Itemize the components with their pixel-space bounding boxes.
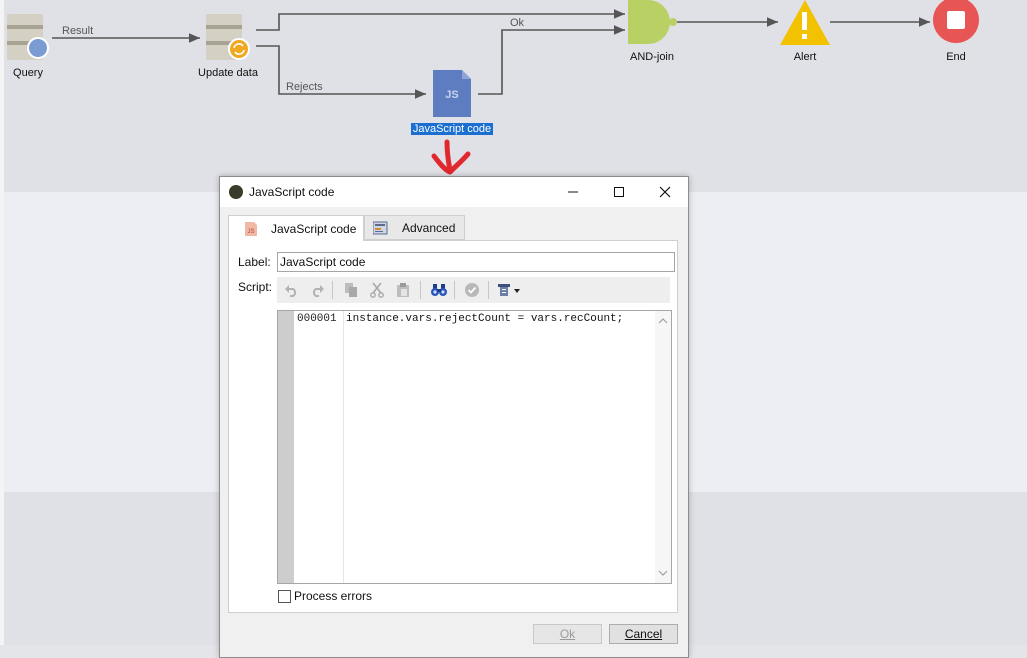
javascript-node: JS [433,70,471,117]
tab-label: JavaScript code [271,221,357,236]
copy-icon [345,283,357,297]
minimize-icon [568,191,578,193]
maximize-icon [614,187,624,197]
dialog-title: JavaScript code [249,185,335,199]
app-icon [229,185,243,199]
line-number-separator [343,311,344,583]
find-button[interactable] [429,280,449,300]
close-button[interactable] [642,177,688,207]
check-syntax-button[interactable] [462,280,482,300]
script-editor[interactable]: 000001 instance.vars.rejectCount = vars.… [277,310,672,584]
paste-button[interactable] [393,280,413,300]
paste-icon [397,283,409,297]
tab-label: Advanced [402,220,456,235]
insert-menu-icon [498,284,520,296]
insert-menu-button[interactable] [495,280,523,300]
dialog-titlebar[interactable]: JavaScript code [220,177,688,207]
line-number: 000001 [297,313,337,325]
transition-label-rejects: Rejects [286,81,323,93]
transition-rejects [256,45,426,99]
script-label: Script: [238,280,273,294]
label-field-label: Label: [238,255,271,269]
query-node [7,14,49,60]
end-node [933,0,979,43]
toolbar-separator [420,281,421,299]
node-label-and-join: AND-join [629,51,674,63]
toolbar-separator [488,281,489,299]
copy-button[interactable] [341,280,361,300]
close-icon [659,186,671,198]
script-toolbar [277,277,670,303]
tab-advanced[interactable]: Advanced [364,215,465,240]
tab-panel-javascript: Label: JavaScript code Script: 000001 in… [228,240,678,613]
toolbar-separator [332,281,333,299]
js-icon-text: JS [445,89,458,101]
transition-ok [478,25,625,95]
process-errors-label: Process errors [294,589,373,603]
advanced-settings-icon [373,221,388,234]
code-line[interactable]: instance.vars.rejectCount = vars.recCoun… [346,313,623,325]
check-icon [465,283,479,297]
node-label-query: Query [13,67,43,79]
cut-icon [370,282,384,298]
node-label-update-data: Update data [198,67,258,79]
scroll-up-icon [658,318,668,324]
annotation-arrow [431,139,471,175]
cancel-button[interactable]: Cancel [609,624,678,644]
editor-gutter [278,311,294,583]
ok-button[interactable]: Ok [533,624,602,644]
svg-text:JS: JS [247,229,254,235]
editor-vertical-scrollbar[interactable] [655,311,671,583]
redo-icon [312,285,324,297]
and-join-node [628,0,677,44]
alert-node [780,0,830,45]
tab-javascript-code[interactable]: JS JavaScript code [228,215,364,241]
undo-icon [285,285,297,297]
maximize-button[interactable] [596,177,642,207]
process-errors-checkbox[interactable] [278,590,291,603]
js-file-icon: JS [245,221,257,236]
binoculars-icon [431,284,447,296]
transition-label-ok: Ok [510,17,525,29]
scroll-down-icon [658,570,668,576]
transition-update-to-andjoin [256,9,625,31]
node-label-end: End [946,51,966,63]
minimize-button[interactable] [550,177,596,207]
cut-button[interactable] [367,280,387,300]
javascript-code-dialog: JavaScript code JS JavaScript code Advan… [219,176,689,658]
toolbar-separator [454,281,455,299]
label-input[interactable]: JavaScript code [277,252,675,272]
update-data-node [206,14,250,60]
node-label-javascript-code[interactable]: JavaScript code [406,123,498,135]
dialog-tabs: JS JavaScript code Advanced Label: JavaS… [228,215,678,613]
node-label-alert: Alert [793,51,817,63]
redo-button[interactable] [307,280,327,300]
transition-label-result: Result [62,25,94,37]
undo-button[interactable] [282,280,302,300]
